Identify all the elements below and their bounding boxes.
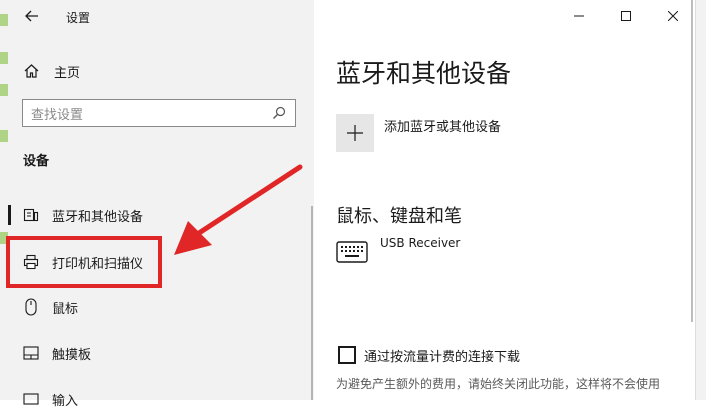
search-icon[interactable] xyxy=(269,106,289,120)
minimize-button[interactable] xyxy=(555,0,602,32)
home-label: 主页 xyxy=(54,65,81,81)
sidebar-item-input[interactable]: 输入 xyxy=(8,381,314,417)
bluetooth-device-icon xyxy=(22,207,40,223)
sidebar-scrollbar[interactable] xyxy=(311,206,313,400)
sidebar-item-label: 触摸板 xyxy=(52,347,92,363)
background-window-edge xyxy=(695,0,706,400)
sidebar-item-label: 鼠标 xyxy=(52,301,79,317)
window-controls xyxy=(555,0,696,34)
settings-content: 蓝牙和其他设备 添加蓝牙或其他设备 鼠标、键盘和笔 USB Receiver 通… xyxy=(314,0,696,400)
back-button[interactable] xyxy=(18,4,46,28)
back-arrow-icon xyxy=(25,10,38,22)
add-device-label[interactable]: 添加蓝牙或其他设备 xyxy=(384,116,501,135)
plus-icon xyxy=(347,125,363,141)
sidebar-item-touchpad[interactable]: 触摸板 xyxy=(8,335,314,371)
device-name[interactable]: USB Receiver xyxy=(380,236,460,250)
mouse-icon xyxy=(22,298,40,316)
search-placeholder: 查找设置 xyxy=(31,107,84,123)
search-input[interactable]: 查找设置 xyxy=(22,99,296,127)
background-marker xyxy=(0,52,8,64)
metered-checkbox[interactable] xyxy=(338,346,356,364)
background-marker xyxy=(0,14,8,26)
section-title-mouse-keyboard: 鼠标、键盘和笔 xyxy=(336,206,462,227)
keyboard-icon xyxy=(336,241,368,263)
home-icon xyxy=(24,64,40,78)
sidebar-item-mouse[interactable]: 鼠标 xyxy=(8,289,314,325)
page-title: 蓝牙和其他设备 xyxy=(336,59,512,88)
add-device-button[interactable] xyxy=(336,114,374,152)
metered-label[interactable]: 通过按流量计费的连接下载 xyxy=(364,346,520,365)
highlight-box xyxy=(6,236,162,288)
close-icon xyxy=(667,11,678,21)
minimize-icon xyxy=(573,15,584,17)
touchpad-icon xyxy=(22,346,40,360)
annotation-arrow-icon xyxy=(174,164,303,255)
close-button[interactable] xyxy=(649,0,696,32)
sidebar-item-label: 输入 xyxy=(52,393,79,409)
content-scrollbar[interactable] xyxy=(691,0,693,322)
sidebar-item-home[interactable]: 主页 xyxy=(8,56,314,86)
window-title: 设置 xyxy=(66,11,91,25)
sidebar-item-label: 蓝牙和其他设备 xyxy=(52,209,144,225)
maximize-icon xyxy=(620,11,631,21)
keyboard-icon xyxy=(22,393,40,405)
section-title: 设备 xyxy=(23,154,50,169)
title-bar: 设置 xyxy=(8,0,314,34)
metered-description: 为避免产生额外的费用，请始终关闭此功能，这样将不会使用 xyxy=(336,377,661,391)
maximize-button[interactable] xyxy=(602,0,649,32)
background-marker xyxy=(0,130,8,142)
background-marker xyxy=(0,84,8,96)
